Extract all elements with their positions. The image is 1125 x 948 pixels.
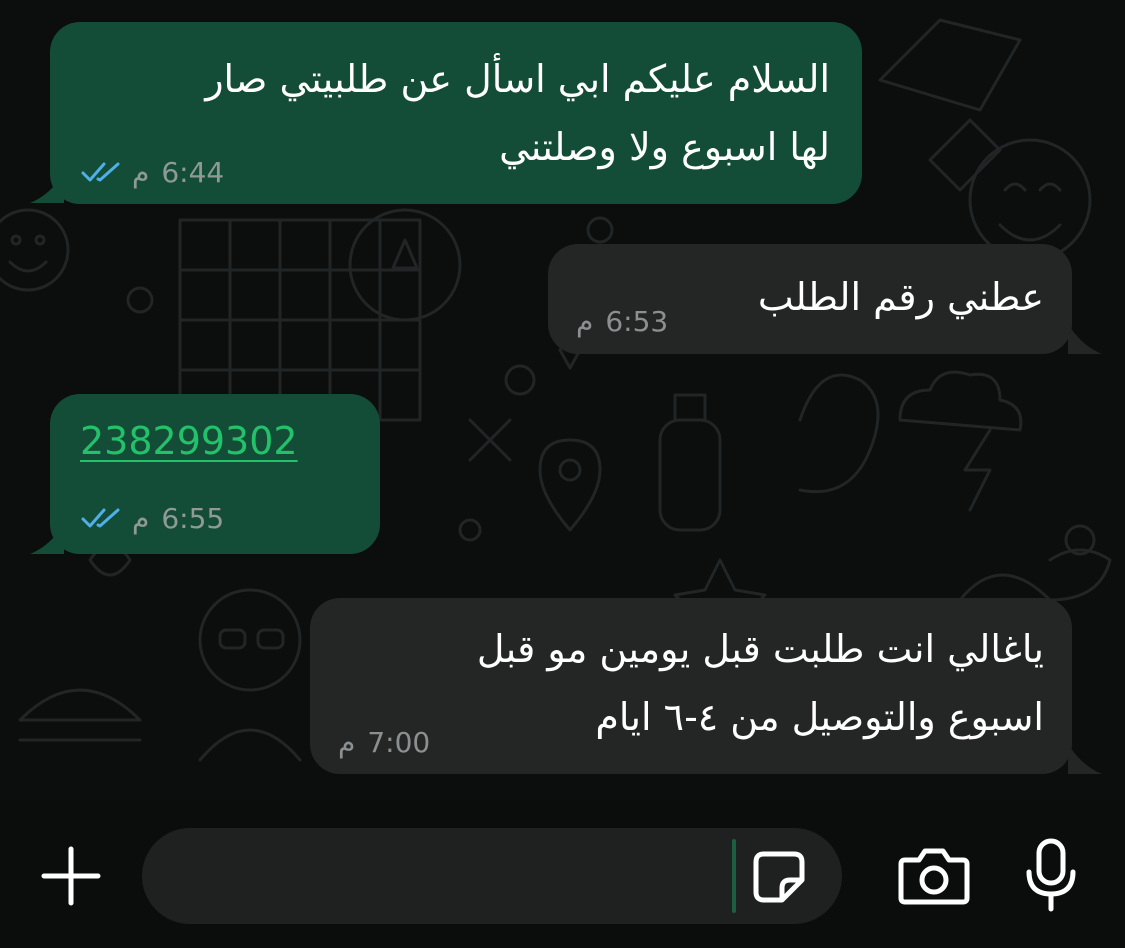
text-cursor bbox=[732, 839, 736, 913]
double-check-icon bbox=[81, 508, 120, 528]
meridiem: م bbox=[132, 501, 150, 535]
message-line: لها اسبوع ولا وصلتني bbox=[499, 125, 830, 169]
message-line: السلام عليكم ابي اسأل عن طلبيتي صار bbox=[205, 57, 830, 101]
order-number-link[interactable]: 238299302 bbox=[80, 416, 298, 466]
message-time: 6:44 bbox=[161, 155, 225, 189]
bubble-tail bbox=[30, 524, 64, 554]
message-line: ياغالي انت طلبت قبل يومين مو قبل bbox=[476, 627, 1044, 671]
bubble-tail bbox=[1068, 324, 1102, 354]
message-bubble-incoming[interactable]: عطني رقم الطلب م 6:53 bbox=[548, 244, 1072, 354]
message-meta: م 6:44 bbox=[80, 154, 224, 190]
message-time: 6:53 bbox=[605, 304, 669, 338]
bubble-tail bbox=[30, 173, 64, 203]
message-meta: م 7:00 bbox=[338, 724, 430, 760]
message-meta: م 6:53 bbox=[576, 303, 668, 339]
message-time: 6:55 bbox=[161, 501, 225, 535]
plus-icon[interactable] bbox=[40, 845, 102, 907]
message-input[interactable] bbox=[176, 828, 740, 926]
message-bubble-outgoing[interactable]: 238299302 م 6:55 bbox=[50, 394, 380, 554]
meridiem: م bbox=[132, 155, 150, 189]
message-composer[interactable] bbox=[142, 828, 842, 926]
bubble-tail bbox=[1068, 744, 1102, 774]
meridiem: م bbox=[338, 725, 356, 759]
message-meta: م 6:55 bbox=[80, 500, 224, 536]
microphone-icon[interactable] bbox=[1024, 838, 1078, 912]
message-time: 7:00 bbox=[367, 725, 431, 759]
meridiem: م bbox=[576, 304, 594, 338]
message-line: اسبوع والتوصيل من ٤-٦ ايام bbox=[595, 695, 1044, 739]
chat-area[interactable]: السلام عليكم ابي اسأل عن طلبيتي صار لها … bbox=[0, 0, 1125, 800]
sticker-icon[interactable] bbox=[750, 848, 808, 906]
camera-icon[interactable] bbox=[897, 846, 971, 906]
message-line: عطني رقم الطلب bbox=[757, 275, 1044, 319]
message-bubble-incoming[interactable]: ياغالي انت طلبت قبل يومين مو قبل اسبوع و… bbox=[310, 598, 1072, 774]
message-bubble-outgoing[interactable]: السلام عليكم ابي اسأل عن طلبيتي صار لها … bbox=[50, 22, 862, 204]
double-check-icon bbox=[81, 162, 120, 182]
